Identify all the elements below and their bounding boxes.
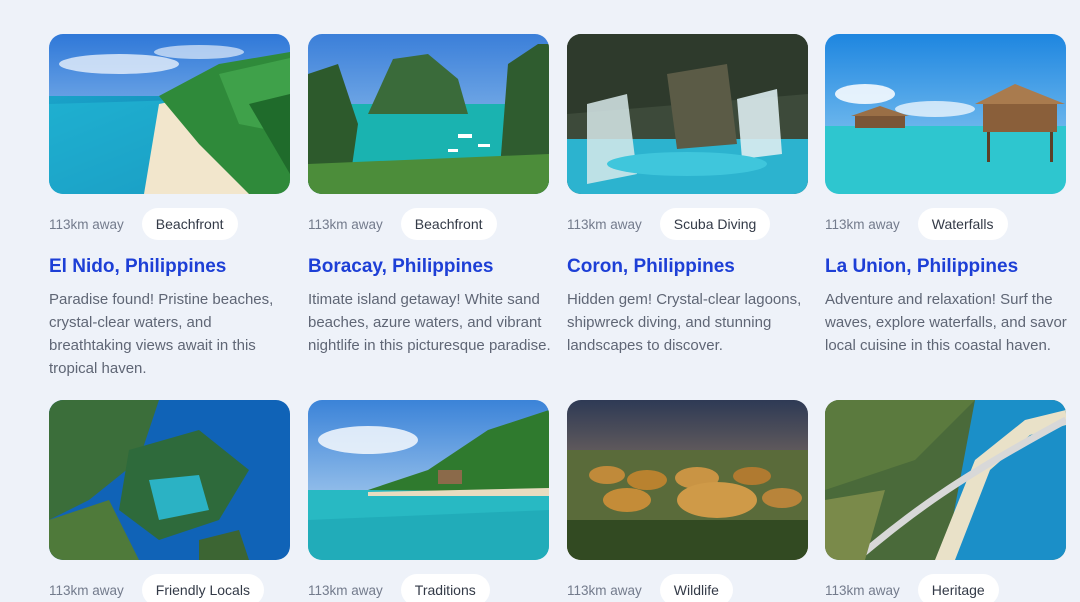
- category-tag[interactable]: Waterfalls: [917, 208, 1008, 240]
- distance-label: 113km away: [49, 216, 124, 232]
- distance-label: 113km away: [49, 582, 124, 598]
- destination-card[interactable]: 113km away Friendly Locals: [49, 400, 291, 602]
- destination-title[interactable]: Coron, Philippines: [567, 256, 809, 278]
- destination-image[interactable]: [308, 400, 549, 560]
- destination-description: Adventure and relaxation! Surf the waves…: [825, 291, 1067, 354]
- card-meta: 113km away Traditions: [308, 574, 550, 602]
- destination-grid: 113km away Beachfront El Nido, Philippin…: [0, 0, 1080, 602]
- destination-description: Hidden gem! Crystal-clear lagoons, shipw…: [567, 291, 802, 354]
- destination-card[interactable]: 113km away Beachfront El Nido, Philippin…: [49, 34, 291, 380]
- destination-card[interactable]: 113km away Traditions: [308, 400, 550, 602]
- destination-image[interactable]: [567, 400, 808, 560]
- category-tag[interactable]: Wildlife: [659, 574, 733, 602]
- destination-card[interactable]: 113km away Beachfront Boracay, Philippin…: [308, 34, 551, 357]
- card-meta: 113km away Beachfront: [308, 208, 550, 240]
- destination-description: Itimate island getaway! White sand beach…: [308, 291, 551, 354]
- card-meta: 113km away Scuba Diving: [567, 208, 809, 240]
- category-tag[interactable]: Scuba Diving: [659, 208, 771, 240]
- destination-card[interactable]: 113km away Scuba Diving Coron, Philippin…: [567, 34, 809, 357]
- card-meta: 113km away Waterfalls: [825, 208, 1067, 240]
- destination-image[interactable]: [825, 400, 1066, 560]
- destination-image[interactable]: [49, 400, 290, 560]
- distance-label: 113km away: [308, 216, 383, 232]
- category-tag[interactable]: Traditions: [400, 574, 490, 602]
- destination-image[interactable]: [567, 34, 808, 194]
- distance-label: 113km away: [567, 216, 642, 232]
- distance-label: 113km away: [825, 582, 900, 598]
- destination-description: Paradise found! Pristine beaches, crysta…: [49, 291, 274, 377]
- card-meta: 113km away Heritage: [825, 574, 1067, 602]
- destination-title[interactable]: Boracay, Philippines: [308, 256, 550, 278]
- card-meta: 113km away Beachfront: [49, 208, 291, 240]
- category-tag[interactable]: Beachfront: [400, 208, 497, 240]
- category-tag[interactable]: Beachfront: [141, 208, 238, 240]
- destination-title[interactable]: La Union, Philippines: [825, 256, 1067, 278]
- destination-image[interactable]: [308, 34, 549, 194]
- distance-label: 113km away: [567, 582, 642, 598]
- distance-label: 113km away: [825, 216, 900, 232]
- destination-image[interactable]: [825, 34, 1066, 194]
- category-tag[interactable]: Heritage: [917, 574, 999, 602]
- destination-card[interactable]: 113km away Wildlife: [567, 400, 809, 602]
- card-meta: 113km away Friendly Locals: [49, 574, 291, 602]
- destination-image[interactable]: [49, 34, 290, 194]
- destination-card[interactable]: 113km away Heritage: [825, 400, 1067, 602]
- card-meta: 113km away Wildlife: [567, 574, 809, 602]
- distance-label: 113km away: [308, 582, 383, 598]
- destination-title[interactable]: El Nido, Philippines: [49, 256, 291, 278]
- category-tag[interactable]: Friendly Locals: [141, 574, 264, 602]
- destination-card[interactable]: 113km away Waterfalls La Union, Philippi…: [825, 34, 1067, 357]
